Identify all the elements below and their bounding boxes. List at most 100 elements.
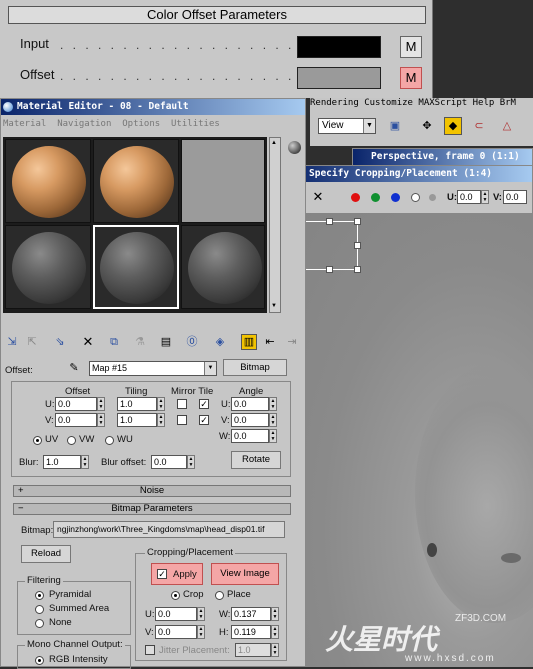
reload-button[interactable]: Reload — [21, 545, 71, 563]
sample-slot[interactable] — [5, 139, 91, 223]
v-tiling-field[interactable]: 1.0 — [117, 413, 157, 427]
jitter-field[interactable]: 1.0 — [235, 643, 271, 657]
cube-tool-icon[interactable]: ◆ — [444, 117, 462, 135]
u-tiling-spinner[interactable]: ▲ ▼ — [157, 397, 165, 411]
blur-spinner[interactable]: ▲ ▼ — [81, 455, 89, 469]
crop-handle-br[interactable] — [354, 266, 361, 273]
crop-image-viewport[interactable]: 火星时代 ZF3D.COM www.hxsd.com — [295, 213, 533, 667]
put-to-scene-icon[interactable]: ⇱ — [25, 335, 39, 349]
menu-options[interactable]: Options — [122, 119, 160, 129]
green-channel-icon[interactable] — [371, 193, 380, 202]
jitter-checkbox[interactable] — [145, 645, 155, 655]
v-angle-field[interactable]: 0.0 — [231, 413, 269, 427]
menu-maxscript[interactable]: MAXScript — [418, 98, 467, 108]
put-to-library-icon[interactable]: ▤ — [159, 335, 173, 349]
crop-handle-b[interactable] — [326, 266, 333, 273]
copy-material-icon[interactable]: ⧉ — [107, 335, 121, 349]
pick-map-icon[interactable]: ✎ — [67, 361, 81, 375]
w-angle-spinner[interactable]: ▲ ▼ — [269, 429, 277, 443]
wu-radio[interactable] — [105, 436, 114, 445]
crop-u-value-spinner[interactable]: ▲ ▼ — [197, 607, 205, 621]
v-tiling-spinner[interactable]: ▲ ▼ — [157, 413, 165, 427]
crop-h-spinner[interactable]: ▲ ▼ — [271, 625, 279, 639]
map-name-dropdown[interactable]: Map #15 ▼ — [89, 361, 217, 376]
bitmap-path-button[interactable]: ngjinzhong\work\Three_Kingdoms\map\head_… — [53, 521, 285, 538]
chevron-down-icon[interactable]: ▼ — [204, 362, 216, 375]
crop-h-field[interactable]: 0.119 — [231, 625, 271, 639]
menu-help[interactable]: Help — [473, 98, 495, 108]
filter-none-radio[interactable] — [35, 619, 44, 628]
u-offset-spinner[interactable]: ▲ ▼ — [97, 397, 105, 411]
magnet-icon[interactable]: ⊂ — [472, 119, 486, 133]
noise-rollout[interactable]: + Noise — [13, 485, 291, 497]
rotate-button[interactable]: Rotate — [231, 451, 281, 469]
crop-handle-r[interactable] — [354, 242, 361, 249]
reset-icon[interactable]: ✕ — [81, 335, 95, 349]
mono-channel-icon[interactable] — [429, 194, 436, 201]
material-id-icon[interactable]: ⓪ — [185, 335, 199, 349]
crop-u-field[interactable]: 0.0 — [457, 190, 481, 204]
crop-w-field[interactable]: 0.137 — [231, 607, 271, 621]
u-tiling-field[interactable]: 1.0 — [117, 397, 157, 411]
alpha-channel-icon[interactable] — [411, 193, 420, 202]
angle-snap-icon[interactable]: △ — [500, 119, 514, 133]
crop-u-value-field[interactable]: 0.0 — [155, 607, 197, 621]
input-color-swatch[interactable] — [297, 36, 381, 58]
u-mirror-checkbox[interactable] — [177, 399, 187, 409]
sample-slot[interactable] — [181, 139, 265, 223]
chevron-down-icon[interactable]: ▼ — [363, 119, 375, 133]
sample-slot[interactable] — [5, 225, 91, 309]
show-map-icon[interactable]: ◈ — [213, 335, 227, 349]
v-offset-spinner[interactable]: ▲ ▼ — [97, 413, 105, 427]
offset-color-swatch[interactable] — [297, 67, 381, 89]
offset-map-button[interactable]: M — [400, 67, 422, 89]
blur-offset-field[interactable]: 0.0 — [151, 455, 187, 469]
perspective-title[interactable]: Perspective, frame 0 (1:1) — [353, 149, 532, 165]
sample-slot[interactable] — [93, 139, 179, 223]
crop-w-spinner[interactable]: ▲ ▼ — [271, 607, 279, 621]
u-tile-checkbox[interactable]: ✓ — [199, 399, 209, 409]
v-offset-field[interactable]: 0.0 — [55, 413, 97, 427]
make-unique-icon[interactable]: ⚗ — [133, 335, 147, 349]
menu-utilities[interactable]: Utilities — [171, 119, 220, 129]
view-dropdown[interactable]: View ▼ — [318, 118, 376, 134]
menu-customize[interactable]: Customize — [364, 98, 413, 108]
pyramidal-radio[interactable] — [35, 591, 44, 600]
go-forward-icon[interactable]: ⇥ — [285, 335, 299, 349]
crop-u-spinner[interactable]: ▲ ▼ — [481, 190, 489, 204]
crop-v-value-field[interactable]: 0.0 — [155, 625, 197, 639]
crop-v-value-spinner[interactable]: ▲ ▼ — [197, 625, 205, 639]
red-channel-icon[interactable] — [351, 193, 360, 202]
input-map-button[interactable]: M — [400, 36, 422, 58]
assign-material-icon[interactable]: ⇘ — [53, 335, 67, 349]
uv-radio[interactable] — [33, 436, 42, 445]
blur-offset-spinner[interactable]: ▲ ▼ — [187, 455, 195, 469]
u-offset-field[interactable]: 0.0 — [55, 397, 97, 411]
w-angle-field[interactable]: 0.0 — [231, 429, 269, 443]
slots-scrollbar[interactable]: ▲ ▼ — [269, 137, 281, 313]
get-material-icon[interactable]: ⇲ — [5, 335, 19, 349]
crop-handle-t[interactable] — [326, 218, 333, 225]
menu-material[interactable]: Material — [3, 119, 46, 129]
apply-checkbox[interactable]: ✓ — [157, 569, 167, 579]
cropping-window-title[interactable]: Specify Cropping/Placement (1:4) — [289, 166, 532, 182]
scroll-up-icon[interactable]: ▲ — [271, 140, 279, 148]
u-angle-field[interactable]: 0.0 — [231, 397, 269, 411]
v-tile-checkbox[interactable]: ✓ — [199, 415, 209, 425]
scroll-down-icon[interactable]: ▼ — [271, 303, 279, 311]
menu-navigation[interactable]: Navigation — [57, 119, 111, 129]
material-editor-title[interactable]: Material Editor - 08 - Default — [1, 99, 305, 115]
crop-v-field[interactable]: 0.0 — [503, 190, 527, 204]
rgb-intensity-radio[interactable] — [35, 656, 44, 665]
sample-slot-active[interactable] — [93, 225, 179, 309]
jitter-spinner[interactable]: ▲ ▼ — [271, 643, 279, 657]
color-offset-title[interactable]: Color Offset Parameters — [8, 6, 426, 24]
view-image-button[interactable]: View Image — [211, 563, 279, 585]
crop-region-rect[interactable] — [301, 221, 358, 270]
sample-type-icon[interactable] — [288, 141, 301, 154]
place-radio[interactable] — [215, 591, 224, 600]
select-icon[interactable]: ▣ — [388, 119, 402, 133]
sample-slot[interactable] — [181, 225, 265, 309]
u-angle-spinner[interactable]: ▲ ▼ — [269, 397, 277, 411]
v-angle-spinner[interactable]: ▲ ▼ — [269, 413, 277, 427]
